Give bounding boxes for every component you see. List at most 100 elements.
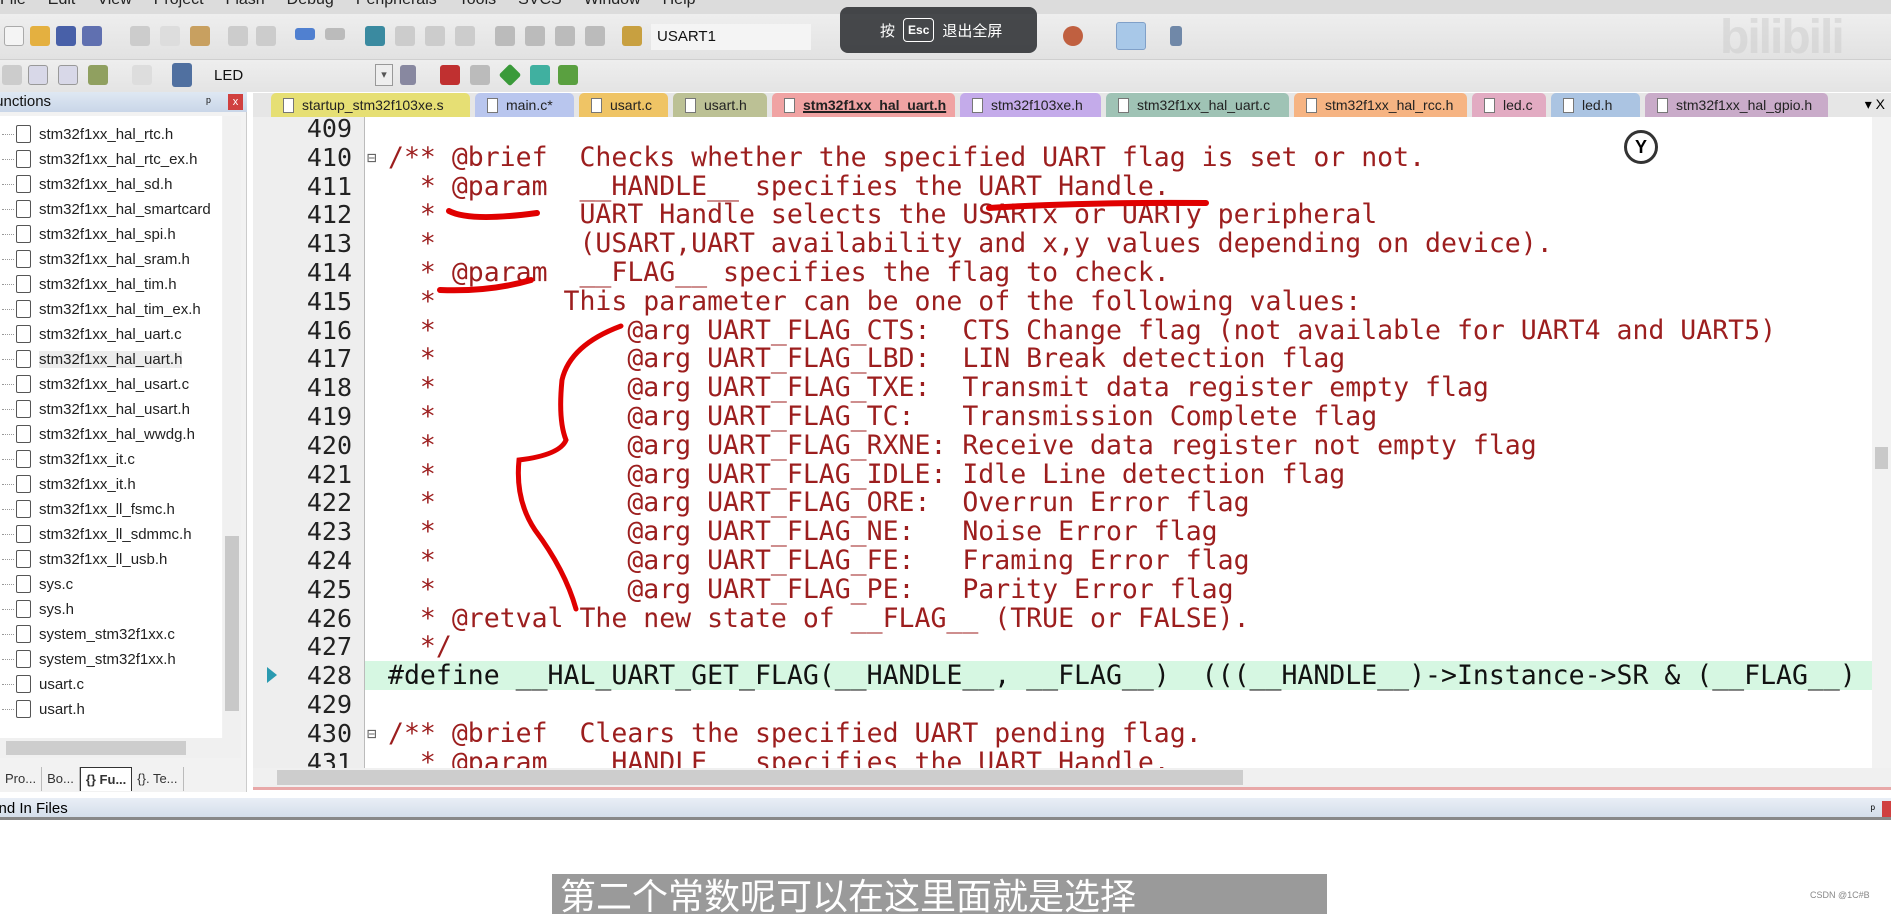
file-list-item[interactable]: stm32f1xx_hal_uart.h	[0, 347, 183, 371]
manage-components-icon[interactable]	[440, 65, 460, 85]
rebuild-icon[interactable]	[58, 65, 78, 85]
menu-item-file[interactable]: File	[0, 0, 26, 11]
cut-icon[interactable]	[130, 26, 150, 46]
code-line[interactable]: * @arg UART_FLAG_IDLE: Idle Line detecti…	[365, 460, 1872, 489]
manage-multi-project-icon[interactable]	[470, 65, 490, 85]
code-line[interactable]: /** @brief Clears the specified UART pen…	[365, 719, 1872, 748]
editor-tab[interactable]: led.c	[1472, 93, 1546, 117]
build-icon[interactable]	[28, 65, 48, 85]
tab-list-controls[interactable]: ▾ X	[1865, 96, 1885, 113]
open-folder-icon[interactable]	[30, 26, 50, 46]
file-list-item[interactable]: stm32f1xx_it.h	[0, 472, 136, 496]
file-list-item[interactable]: stm32f1xx_hal_sram.h	[0, 247, 190, 271]
pin-icon[interactable]: ᵖ	[206, 92, 211, 112]
undo-icon[interactable]	[228, 26, 248, 46]
editor-tab[interactable]: led.h	[1551, 93, 1640, 117]
target-dropdown-button[interactable]: ▾	[375, 64, 393, 86]
code-area[interactable]: /** @brief Checks whether the specified …	[365, 117, 1872, 768]
scrollbar-thumb[interactable]	[225, 536, 239, 711]
save-icon[interactable]	[56, 26, 76, 46]
find-in-files-icon[interactable]	[622, 26, 642, 46]
paste-icon[interactable]	[190, 26, 210, 46]
editor-vertical-scrollbar[interactable]	[1872, 117, 1891, 768]
load-download-icon[interactable]	[172, 63, 192, 87]
file-list-item[interactable]: stm32f1xx_hal_wwdg.h	[0, 422, 195, 446]
panel-tab[interactable]: {} Fu...	[79, 767, 133, 791]
file-list-vertical-scrollbar[interactable]	[223, 116, 241, 738]
editor-tab[interactable]: stm32f1xx_hal_rcc.h	[1294, 93, 1467, 117]
window-layout-icon[interactable]	[1116, 22, 1146, 50]
code-line[interactable]: */	[365, 632, 1872, 661]
translate-icon[interactable]	[2, 65, 22, 85]
code-line[interactable]: * @arg UART_FLAG_TC: Transmission Comple…	[365, 402, 1872, 431]
code-line[interactable]: * @arg UART_FLAG_ORE: Overrun Error flag	[365, 488, 1872, 517]
code-line[interactable]: #define __HAL_UART_GET_FLAG(__HANDLE__, …	[365, 661, 1872, 691]
stop-build-icon[interactable]	[132, 65, 152, 85]
comment-icon[interactable]	[555, 26, 575, 46]
code-line[interactable]: * @arg UART_FLAG_PE: Parity Error flag	[365, 575, 1872, 604]
menu-item-svcs[interactable]: SVCS	[518, 0, 562, 11]
panel-tab[interactable]: Pro...	[0, 767, 43, 791]
file-list-item[interactable]: sys.h	[0, 597, 74, 621]
editor-tab[interactable]: stm32f1xx_hal_uart.h	[772, 93, 955, 117]
menu-item-peripherals[interactable]: Peripherals	[356, 0, 437, 11]
configure-wrench-icon[interactable]	[1170, 26, 1182, 46]
file-list-item[interactable]: stm32f1xx_ll_fsmc.h	[0, 497, 175, 521]
panel-tab[interactable]: Bo...	[42, 767, 80, 791]
file-list-item[interactable]: system_stm32f1xx.c	[0, 622, 175, 646]
project-target-combo[interactable]: LED	[208, 63, 398, 87]
editor-tab[interactable]: stm32f103xe.h	[960, 93, 1101, 117]
navigate-forward-icon[interactable]	[325, 28, 345, 40]
scrollbar-thumb[interactable]	[1875, 447, 1888, 469]
prev-bookmark-icon[interactable]	[395, 26, 415, 46]
file-list-item[interactable]: stm32f1xx_hal_usart.h	[0, 397, 190, 421]
run-time-env-icon[interactable]	[498, 63, 522, 87]
file-list-item[interactable]: stm32f1xx_ll_usb.h	[0, 547, 167, 571]
code-line[interactable]: * @arg UART_FLAG_FE: Framing Error flag	[365, 546, 1872, 575]
pin-icon[interactable]: ᵖ	[1870, 798, 1875, 820]
navigate-back-icon[interactable]	[295, 28, 315, 40]
debug-icon[interactable]	[1063, 26, 1083, 46]
file-list-item[interactable]: stm32f1xx_hal_sd.h	[0, 172, 172, 196]
unindent-icon[interactable]	[525, 26, 545, 46]
menu-item-flash[interactable]: Flash	[226, 0, 265, 11]
file-list-item[interactable]: stm32f1xx_hal_tim_ex.h	[0, 297, 201, 321]
close-panel-button[interactable]	[1882, 801, 1891, 817]
code-line[interactable]: * @arg UART_FLAG_CTS: CTS Change flag (n…	[365, 316, 1872, 345]
file-list-item[interactable]: stm32f1xx_hal_spi.h	[0, 222, 176, 246]
code-line[interactable]: * @arg UART_FLAG_LBD: LIN Break detectio…	[365, 344, 1872, 373]
file-list-item[interactable]: stm32f1xx_ll_sdmmc.h	[0, 522, 192, 546]
code-line[interactable]: * @arg UART_FLAG_NE: Noise Error flag	[365, 517, 1872, 546]
code-line[interactable]: * This parameter can be one of the follo…	[365, 287, 1872, 316]
clear-bookmarks-icon[interactable]	[455, 26, 475, 46]
editor-tab[interactable]: stm32f1xx_hal_gpio.h	[1645, 93, 1828, 117]
uncomment-icon[interactable]	[585, 26, 605, 46]
code-line[interactable]: * @param __FLAG__ specifies the flag to …	[365, 258, 1872, 287]
code-line[interactable]: * @param __HANDLE__ specifies the UART H…	[365, 748, 1872, 768]
file-list-item[interactable]: usart.c	[0, 672, 84, 696]
code-line[interactable]: * UART Handle selects the USARTx or UART…	[365, 200, 1872, 229]
menu-item-project[interactable]: Project	[154, 0, 204, 11]
editor-tab[interactable]: stm32f1xx_hal_uart.c	[1106, 93, 1289, 117]
file-list-item[interactable]: stm32f1xx_hal_smartcard	[0, 197, 211, 221]
select-software-packs-icon[interactable]	[558, 65, 578, 85]
code-line[interactable]: * (USART,UART availability and x,y value…	[365, 229, 1872, 258]
bookmark-icon[interactable]	[365, 26, 385, 46]
menu-item-view[interactable]: View	[97, 0, 131, 11]
editor-tab[interactable]: usart.c	[579, 93, 668, 117]
menu-item-debug[interactable]: Debug	[287, 0, 334, 11]
fold-toggle-icon[interactable]: ⊟	[367, 719, 377, 748]
file-list-item[interactable]: stm32f1xx_hal_tim.h	[0, 272, 177, 296]
batch-build-icon[interactable]	[88, 65, 108, 85]
file-list-item[interactable]: system_stm32f1xx.h	[0, 647, 176, 671]
file-list-item[interactable]: stm32f1xx_hal_usart.c	[0, 372, 189, 396]
pack-installer-icon[interactable]	[530, 65, 550, 85]
file-list-item[interactable]: stm32f1xx_hal_rtc.h	[0, 122, 173, 146]
editor-horizontal-scrollbar[interactable]	[253, 768, 1891, 787]
menu-item-help[interactable]: Help	[663, 0, 696, 11]
code-line[interactable]: * @retval The new state of __FLAG__ (TRU…	[365, 604, 1872, 633]
file-list-item[interactable]: stm32f1xx_hal_uart.c	[0, 322, 182, 346]
code-line[interactable]	[365, 690, 1872, 719]
floating-assistant-icon[interactable]: Y	[1624, 130, 1658, 164]
file-list-item[interactable]: stm32f1xx_it.c	[0, 447, 135, 471]
